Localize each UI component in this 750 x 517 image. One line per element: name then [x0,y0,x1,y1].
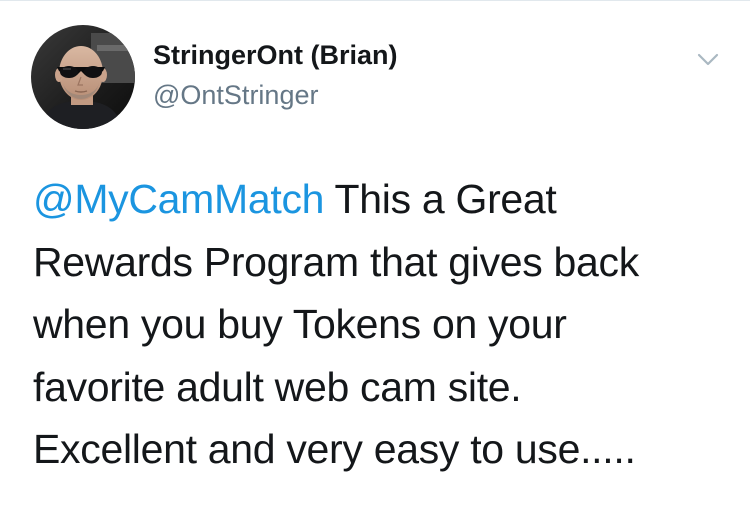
author-handle[interactable]: @OntStringer [153,78,398,112]
tweet-text: @MyCamMatch This a Great Rewards Program… [33,168,723,481]
tweet-text-line: Excellent and very easy to use..... [33,426,636,472]
tweet-text-line: favorite adult web cam site. [33,363,522,410]
tweet-text-segment: This a Great [324,176,557,222]
avatar-photo [31,25,135,129]
tweet-text-line: Rewards Program that gives back [33,238,639,285]
tweet-text-line: when you buy Tokens on your [33,301,567,347]
tweet-text-line: @MyCamMatch This a Great [33,168,723,231]
author-block: StringerOnt (Brian) @OntStringer [153,38,398,112]
author-display-name[interactable]: StringerOnt (Brian) [153,38,398,72]
tweet-card: StringerOnt (Brian) @OntStringer @MyCamM… [0,0,750,517]
chevron-down-icon [697,53,719,66]
avatar[interactable] [31,25,135,129]
more-options-button[interactable] [692,44,724,76]
mention-link[interactable]: @MyCamMatch [33,176,324,222]
